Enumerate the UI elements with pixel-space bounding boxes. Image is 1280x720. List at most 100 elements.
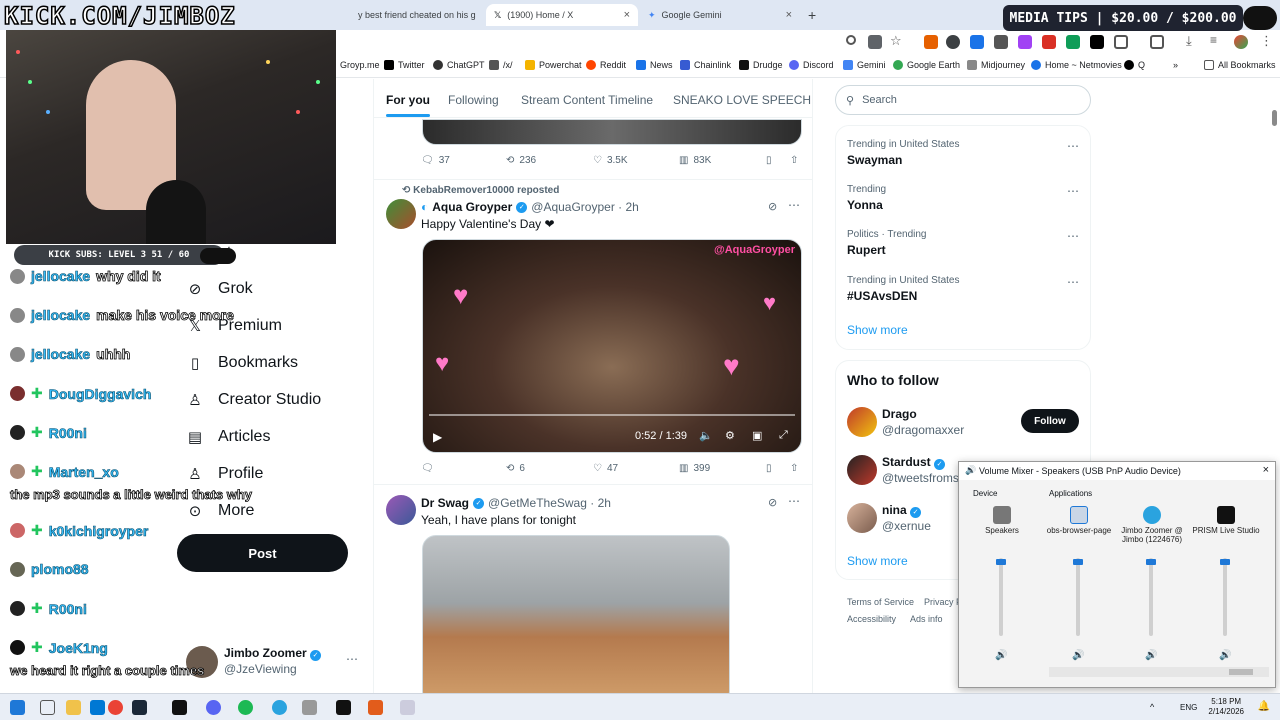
scrollbar-thumb[interactable] — [1229, 669, 1253, 675]
notification-bell-icon[interactable]: 🔔 — [1258, 701, 1270, 712]
avatar[interactable] — [386, 495, 416, 525]
mute-speaker-icon[interactable]: 🔊 — [1072, 650, 1084, 661]
search-input[interactable]: ⚲ Search — [835, 85, 1091, 115]
close-tab-icon[interactable]: × — [786, 9, 792, 21]
chrome-icon[interactable] — [108, 700, 123, 715]
volume-slider-thumb[interactable] — [1146, 559, 1156, 566]
bookmark-item[interactable]: Google Earth — [893, 60, 960, 70]
task-view-icon[interactable] — [40, 700, 55, 715]
sidepanel-icon[interactable] — [1150, 35, 1164, 49]
account-more-icon[interactable]: ⋯ — [346, 652, 358, 666]
fullscreen-icon[interactable]: ⤢ — [779, 429, 788, 442]
trend-item[interactable]: Trending in United States #USAvsDEN ⋯ — [847, 275, 1079, 303]
volume-icon[interactable]: 🔈 — [699, 429, 713, 442]
steam-icon[interactable] — [132, 700, 147, 715]
follow-button[interactable]: Follow — [1021, 409, 1079, 433]
bookmark-item[interactable]: Q — [1124, 60, 1145, 70]
tab-for-you[interactable]: For you — [386, 93, 430, 117]
bookmark-button[interactable]: ▯ — [766, 155, 772, 166]
shield-icon[interactable] — [946, 35, 960, 49]
show-more-follow[interactable]: Show more — [847, 554, 908, 568]
extension-icon[interactable] — [1042, 35, 1056, 49]
volume-slider[interactable] — [1076, 558, 1080, 636]
bookmark-item[interactable]: News — [636, 60, 673, 70]
mute-speaker-icon[interactable]: 🔊 — [1219, 650, 1231, 661]
nav-profile[interactable]: ♙ Profile — [186, 465, 263, 483]
share-button[interactable]: ⇧ — [790, 463, 798, 474]
footer-link[interactable]: Terms of Service — [847, 597, 914, 607]
menu-lines-icon[interactable]: ≡ — [1210, 33, 1224, 47]
page-scrollbar[interactable] — [1272, 110, 1277, 126]
extension-icon[interactable] — [1066, 35, 1080, 49]
edge-icon[interactable] — [90, 700, 105, 715]
account-switcher[interactable]: Jimbo Zoomer ✓ @JzeViewing ⋯ — [186, 646, 361, 680]
tweet-image[interactable] — [422, 119, 802, 145]
show-more-trends[interactable]: Show more — [847, 323, 908, 337]
volume-slider[interactable] — [1149, 558, 1153, 636]
post-button[interactable]: Post — [177, 534, 348, 572]
bookmark-item[interactable]: Powerchat — [525, 60, 582, 70]
play-icon[interactable]: ▶ — [433, 430, 442, 444]
trend-item[interactable]: Trending in United States Swayman ⋯ — [847, 139, 1079, 167]
nav-grok[interactable]: ⊘ Grok — [186, 280, 253, 298]
footer-link[interactable]: Privacy P — [924, 597, 962, 607]
discord-icon[interactable] — [206, 700, 221, 715]
bookmark-item[interactable]: Twitter — [384, 60, 425, 70]
more-options-icon[interactable]: ⋯ — [788, 198, 800, 212]
footer-link[interactable]: Ads info — [910, 614, 943, 624]
follow-suggestion[interactable]: Drago @dragomaxxer Follow — [847, 407, 1079, 447]
bookmark-item[interactable]: Gemini — [843, 60, 886, 70]
like-button[interactable]: ♡ 47 — [593, 463, 618, 474]
mute-speaker-icon[interactable]: 🔊 — [1145, 650, 1157, 661]
extension-icon[interactable] — [994, 35, 1008, 49]
bookmark-item[interactable]: Midjourney — [967, 60, 1025, 70]
bookmark-item[interactable]: Home ~ Netmovies — [1031, 60, 1122, 70]
nav-more[interactable]: ⊙ More — [186, 502, 255, 520]
tab-x-home[interactable]: 𝕏 (1900) Home / X × — [486, 4, 638, 26]
clock[interactable]: 5:18 PM 2/14/2026 — [1208, 697, 1244, 717]
tweet-image[interactable] — [422, 535, 730, 693]
tweet-video[interactable]: @AquaGroyper ♥ ♥ ♥ ♥ ▶ 0:52 / 1:39 🔈 ⚙ ▣… — [422, 239, 802, 453]
x-extension-icon[interactable] — [1090, 35, 1104, 49]
trend-item[interactable]: Politics · Trending Rupert ⋯ — [847, 229, 1079, 257]
share-button[interactable]: ⇧ — [790, 155, 798, 166]
views-button[interactable]: ▥ 83K — [679, 155, 711, 166]
bookmark-item[interactable]: /x/ — [489, 60, 513, 70]
extension-icon[interactable] — [924, 35, 938, 49]
trend-item[interactable]: Trending Yonna ⋯ — [847, 184, 1079, 212]
volume-slider[interactable] — [1223, 558, 1227, 636]
reply-button[interactable]: 🗨 37 — [421, 155, 450, 166]
bookmark-item[interactable]: Drudge — [739, 60, 783, 70]
bookmarks-overflow-icon[interactable]: » — [1173, 60, 1178, 70]
bookmark-item[interactable]: Discord — [789, 60, 834, 70]
kebab-menu-icon[interactable]: ⋮ — [1260, 33, 1274, 48]
mute-speaker-icon[interactable]: 🔊 — [995, 650, 1007, 661]
tab-sneako-love-speech[interactable]: SNEAKO LOVE SPEECH — [673, 93, 811, 107]
volume-slider-thumb[interactable] — [996, 559, 1006, 566]
tray-overflow-icon[interactable]: ^ — [1150, 702, 1154, 712]
app-icon[interactable] — [302, 700, 317, 715]
language-indicator[interactable]: ENG — [1180, 703, 1197, 712]
trend-more-icon[interactable]: ⋯ — [1067, 139, 1079, 153]
terminal-icon[interactable] — [172, 700, 187, 715]
tab-following[interactable]: Following — [448, 93, 499, 107]
mixer-horizontal-scrollbar[interactable] — [1049, 667, 1269, 677]
settings-icon[interactable]: ⚙ — [725, 429, 735, 442]
bookmark-item[interactable]: Groyp.me — [340, 60, 380, 70]
bookmark-button[interactable]: ▯ — [766, 463, 772, 474]
trend-more-icon[interactable]: ⋯ — [1067, 229, 1079, 243]
bookmark-item[interactable]: Chainlink — [680, 60, 731, 70]
extension-icon[interactable] — [1018, 35, 1032, 49]
footer-link[interactable]: Accessibility — [847, 614, 896, 624]
nav-articles[interactable]: ▤ Articles — [186, 428, 271, 446]
repost-button[interactable]: ⟲ 236 — [506, 155, 536, 166]
install-icon[interactable] — [868, 35, 882, 49]
volume-slider-thumb[interactable] — [1220, 559, 1230, 566]
profile-avatar-icon[interactable] — [1234, 35, 1248, 49]
app-icon[interactable] — [368, 700, 383, 715]
extension-icon[interactable] — [970, 35, 984, 49]
spotify-icon[interactable] — [238, 700, 253, 715]
trend-more-icon[interactable]: ⋯ — [1067, 184, 1079, 198]
more-options-icon[interactable]: ⋯ — [788, 494, 800, 508]
video-progress-track[interactable] — [429, 414, 795, 416]
